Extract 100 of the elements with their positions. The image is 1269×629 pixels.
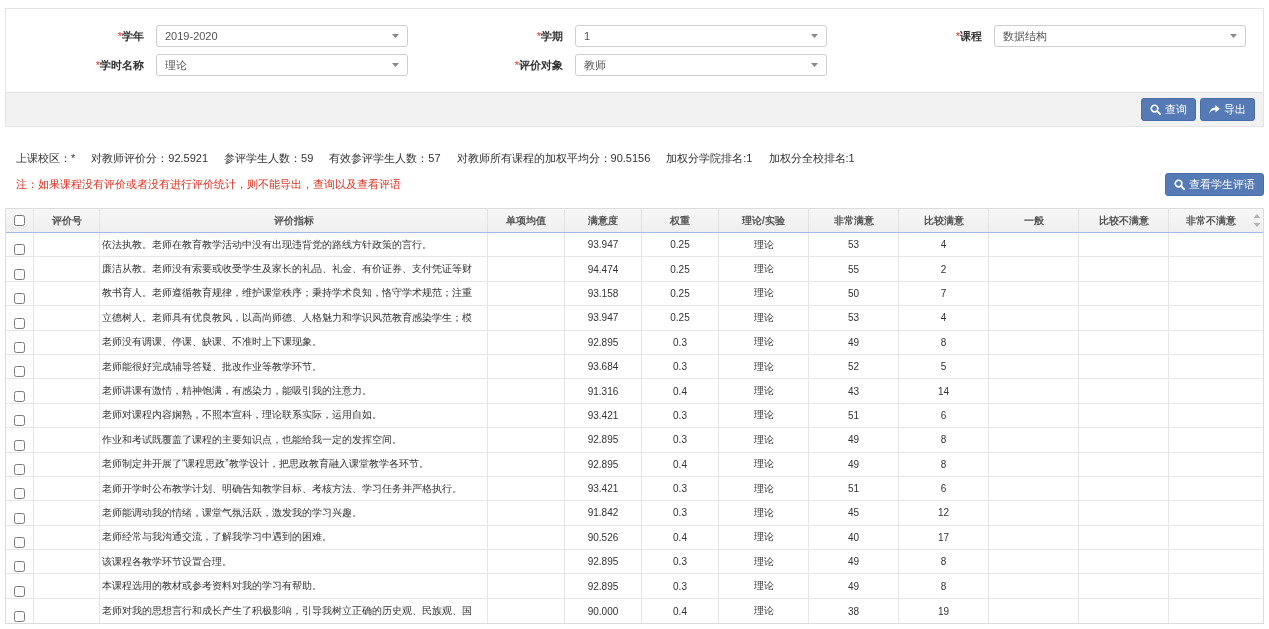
checkbox[interactable] bbox=[14, 585, 25, 597]
select-field[interactable]: 1 bbox=[575, 25, 827, 47]
column-header: 权重 bbox=[642, 209, 719, 232]
table-cell: 8 bbox=[899, 330, 989, 354]
table-cell: 6 bbox=[899, 476, 989, 501]
checkbox[interactable] bbox=[14, 390, 25, 402]
checkbox[interactable] bbox=[14, 317, 25, 329]
table-cell: 0.3 bbox=[642, 403, 719, 428]
table-cell: 93.421 bbox=[565, 476, 642, 501]
select-field[interactable]: 理论 bbox=[156, 54, 408, 76]
caret-icon bbox=[811, 63, 818, 67]
caret-icon bbox=[811, 34, 818, 38]
table-cell: 4 bbox=[899, 306, 989, 330]
checkbox[interactable] bbox=[14, 366, 25, 378]
table-cell: 43 bbox=[809, 379, 899, 403]
table-cell: 93.158 bbox=[565, 281, 642, 306]
field-label: 评价对象 bbox=[519, 57, 563, 73]
curved-arrow-icon bbox=[1209, 104, 1220, 115]
table-cell: 理论 bbox=[719, 403, 809, 428]
checkbox[interactable] bbox=[14, 488, 25, 500]
table-cell: 53 bbox=[809, 306, 899, 330]
caret-icon bbox=[392, 63, 399, 67]
table-cell: 49 bbox=[809, 574, 899, 598]
table-cell: 0.25 bbox=[642, 281, 719, 306]
table-cell: 0.3 bbox=[642, 501, 719, 525]
query-button[interactable]: 查询 bbox=[1141, 98, 1196, 121]
table-cell: 93.947 bbox=[565, 306, 642, 330]
checkbox[interactable] bbox=[14, 268, 25, 280]
table-cell: 8 bbox=[899, 550, 989, 574]
checkbox[interactable] bbox=[14, 341, 25, 353]
table-cell: 理论 bbox=[719, 550, 809, 574]
table-cell: 该课程各教学环节设置合理。 bbox=[100, 550, 488, 574]
table-cell: 老师制定并开展了“课程思政”教学设计，把思政教育融入课堂教学各环节。 bbox=[100, 452, 488, 476]
table-cell: 老师能很好完成辅导答疑、批改作业等教学环节。 bbox=[100, 354, 488, 379]
checkbox[interactable] bbox=[14, 537, 25, 549]
table-cell: 90.000 bbox=[565, 598, 642, 624]
table-cell: 7 bbox=[899, 281, 989, 306]
table-cell: 17 bbox=[899, 525, 989, 550]
table-cell: 14 bbox=[899, 379, 989, 403]
table-cell: 老师没有调课、停课、缺课、不准时上下课现象。 bbox=[100, 330, 488, 354]
select-field[interactable]: 数据结构 bbox=[994, 25, 1246, 47]
export-button[interactable]: 导出 bbox=[1200, 98, 1255, 121]
required-asterisk: * bbox=[536, 30, 541, 42]
column-header: 比较不满意 bbox=[1079, 209, 1169, 232]
column-header: 非常不满意 bbox=[1185, 213, 1237, 228]
table-cell: 理论 bbox=[719, 281, 809, 306]
table-cell: 理论 bbox=[719, 574, 809, 598]
field-label: 课程 bbox=[960, 28, 982, 44]
table-cell: 93.947 bbox=[565, 233, 642, 257]
column-header: 评价指标 bbox=[100, 209, 488, 232]
checkbox[interactable] bbox=[14, 293, 25, 305]
select-field[interactable]: 教师 bbox=[575, 54, 827, 76]
table-cell: 0.25 bbox=[642, 233, 719, 257]
table-cell: 教书育人。老师遵循教育规律，维护课堂秩序；秉持学术良知，恪守学术规范；注重 bbox=[100, 281, 488, 306]
statistic-text: 对教师评价分：92.5921 bbox=[91, 151, 209, 166]
table-cell: 49 bbox=[809, 452, 899, 476]
table-cell: 0.3 bbox=[642, 550, 719, 574]
table-cell: 51 bbox=[809, 403, 899, 428]
table-cell: 52 bbox=[809, 354, 899, 379]
required-asterisk: * bbox=[955, 30, 960, 42]
caret-icon bbox=[392, 34, 399, 38]
search-icon bbox=[1174, 179, 1185, 190]
table-cell: 理论 bbox=[719, 379, 809, 403]
table-cell: 廉洁从教。老师没有索要或收受学生及家长的礼品、礼金、有价证券、支付凭证等财 bbox=[100, 257, 488, 281]
table-cell: 45 bbox=[809, 501, 899, 525]
checkbox[interactable] bbox=[14, 415, 25, 427]
checkbox[interactable] bbox=[14, 512, 25, 524]
table-cell: 理论 bbox=[719, 233, 809, 257]
column-header: 非常满意 bbox=[809, 209, 899, 232]
table-cell: 0.4 bbox=[642, 598, 719, 624]
table-cell: 91.842 bbox=[565, 501, 642, 525]
table-cell: 理论 bbox=[719, 257, 809, 281]
view-comments-button[interactable]: 查看学生评语 bbox=[1165, 173, 1264, 196]
column-header: 单项均值 bbox=[488, 209, 565, 232]
table-cell: 老师经常与我沟通交流，了解我学习中遇到的困难。 bbox=[100, 525, 488, 550]
checkbox[interactable] bbox=[14, 611, 25, 623]
checkbox[interactable] bbox=[14, 244, 25, 256]
checkbox[interactable] bbox=[14, 463, 25, 475]
checkbox[interactable] bbox=[14, 439, 25, 451]
table-cell: 0.4 bbox=[642, 452, 719, 476]
table-cell: 53 bbox=[809, 233, 899, 257]
table-cell: 49 bbox=[809, 428, 899, 452]
required-asterisk: * bbox=[514, 59, 519, 71]
table-cell: 94.474 bbox=[565, 257, 642, 281]
statistic-text: 加权分学院排名:1 bbox=[666, 151, 753, 166]
table-cell: 92.895 bbox=[565, 550, 642, 574]
table-cell: 2 bbox=[899, 257, 989, 281]
field-label: 学期 bbox=[541, 28, 563, 44]
table-cell: 49 bbox=[809, 550, 899, 574]
notice-text: 注：如果课程没有评价或者没有进行评价统计，则不能导出，查询以及查看评语 bbox=[16, 177, 401, 192]
table-cell: 51 bbox=[809, 476, 899, 501]
select-field[interactable]: 2019-2020 bbox=[156, 25, 408, 47]
table-cell: 40 bbox=[809, 525, 899, 550]
table-cell: 92.895 bbox=[565, 428, 642, 452]
table-cell: 5 bbox=[899, 354, 989, 379]
table-cell: 理论 bbox=[719, 598, 809, 624]
table-cell: 0.3 bbox=[642, 354, 719, 379]
table-cell: 6 bbox=[899, 403, 989, 428]
checkbox[interactable] bbox=[14, 215, 25, 226]
checkbox[interactable] bbox=[14, 561, 25, 573]
